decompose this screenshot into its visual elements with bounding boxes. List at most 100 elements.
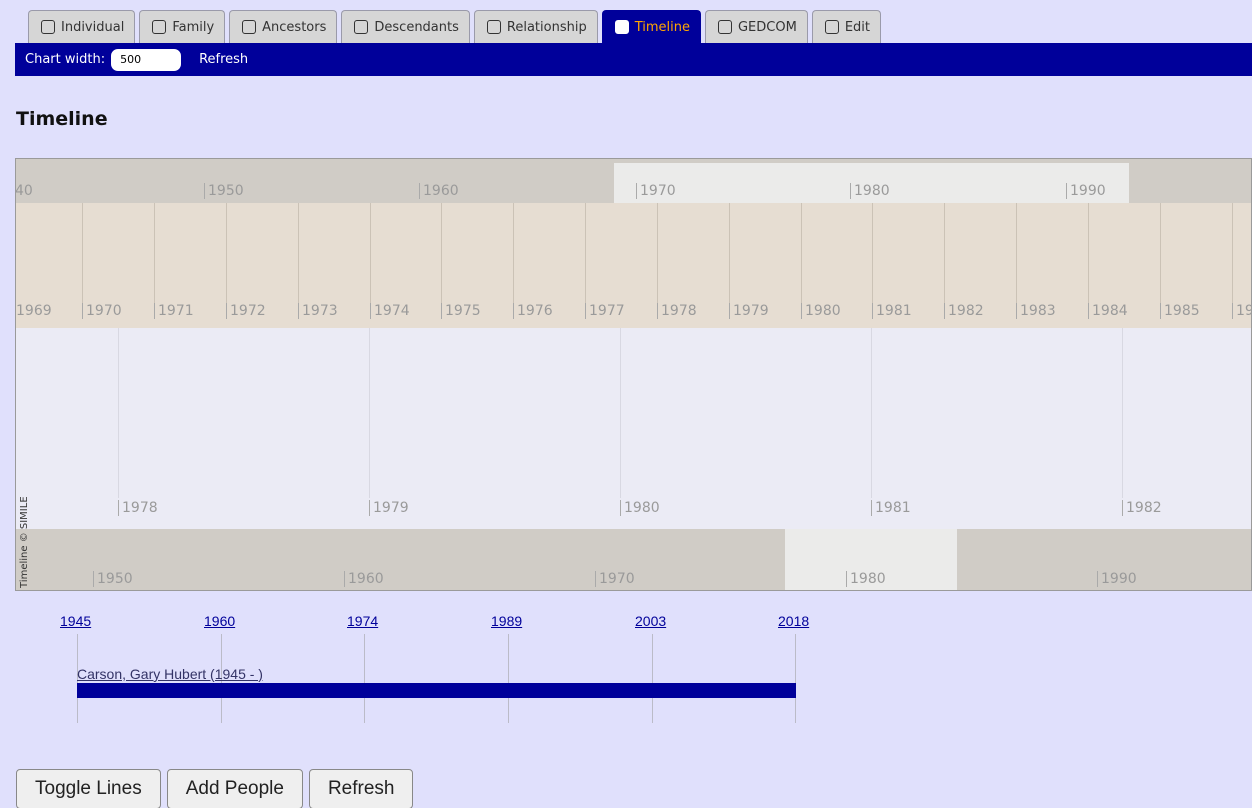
gedcom-icon [717, 20, 732, 34]
grid-line [585, 203, 586, 303]
tab-label: Edit [844, 19, 870, 35]
tab-label: Relationship [506, 19, 587, 35]
grid-line [944, 203, 945, 303]
grid-line [1160, 203, 1161, 303]
tab-bar: Individual Family Ancestors Descendants … [28, 10, 885, 43]
tick-label: 1980 [850, 183, 890, 199]
grid-line [298, 203, 299, 303]
chart-width-input[interactable] [111, 48, 182, 71]
tick-label: 1970 [636, 183, 676, 199]
tab-label: Timeline [634, 19, 690, 35]
person-icon [41, 20, 55, 34]
tab-individual[interactable]: Individual [28, 10, 136, 43]
tick-label: 1990 [1097, 571, 1137, 587]
relationship-icon [486, 20, 501, 34]
tick-label: 1980 [846, 571, 886, 587]
tick-label: 1950 [93, 571, 133, 587]
grid-line [513, 203, 514, 303]
year-band[interactable]: 1969 1970 1971 1972 1973 1974 1975 1976 … [16, 203, 1251, 328]
tick-label: 1960 [344, 571, 384, 587]
grid-line [1122, 328, 1123, 498]
tick-label: 1979 [729, 303, 769, 319]
tick-label: 1972 [226, 303, 266, 319]
tick-label: 1990 [1066, 183, 1106, 199]
year-link[interactable]: 1960 [204, 613, 235, 629]
tick-label: 1973 [298, 303, 338, 319]
grid-line [620, 328, 621, 498]
tick-label: 1981 [872, 303, 912, 319]
tab-label: Ancestors [262, 19, 327, 35]
grid-line [1232, 203, 1233, 303]
grid-line [729, 203, 730, 303]
edit-icon [824, 20, 839, 34]
toggle-lines-button[interactable]: Toggle Lines [16, 769, 161, 808]
person-link[interactable]: Carson, Gary Hubert (1945 - ) [77, 666, 263, 682]
tab-edit[interactable]: Edit [811, 10, 881, 43]
ancestors-icon [242, 20, 257, 34]
grid-line [118, 328, 119, 498]
options-bar: Chart width: Refresh [15, 43, 1252, 76]
grid-line [154, 203, 155, 303]
tab-label: Family [172, 19, 215, 35]
tick-label: 1982 [1122, 500, 1162, 516]
grid-line [1016, 203, 1017, 303]
tick-label: 1969 [16, 303, 52, 319]
tick-label: 1980 [801, 303, 841, 319]
tick-label: 1981 [871, 500, 911, 516]
year-link[interactable]: 2018 [778, 613, 809, 629]
grid-line [652, 634, 653, 723]
tick-label: 1985 [1160, 303, 1200, 319]
tick-label: 1978 [118, 500, 158, 516]
tab-gedcom[interactable]: GEDCOM [704, 10, 808, 43]
tab-ancestors[interactable]: Ancestors [229, 10, 338, 43]
descendants-icon [354, 20, 369, 34]
timeline-icon [614, 20, 629, 34]
grid-line [370, 203, 371, 303]
overview-band-bottom[interactable]: 1950 1960 1970 1980 1990 [16, 529, 1251, 590]
grid-line [801, 203, 802, 303]
tab-relationship[interactable]: Relationship [473, 10, 598, 43]
grid-line [364, 634, 365, 723]
tab-descendants[interactable]: Descendants [341, 10, 470, 43]
simile-timeline[interactable]: 40 1950 1960 1970 1980 1990 1969 1970 19… [15, 158, 1252, 591]
refresh-link[interactable]: Refresh [199, 52, 248, 67]
tab-family[interactable]: Family [139, 10, 226, 43]
tick-label: 1978 [657, 303, 697, 319]
chart-width-label: Chart width: [25, 52, 106, 67]
tick-label: 1982 [944, 303, 984, 319]
grid-line [871, 328, 872, 498]
grid-line [657, 203, 658, 303]
tab-label: GEDCOM [737, 19, 797, 35]
grid-line [1088, 203, 1089, 303]
tick-label: 1971 [154, 303, 194, 319]
simile-credit: Timeline © SIMILE [19, 496, 30, 588]
add-people-button[interactable]: Add People [166, 769, 303, 808]
year-link[interactable]: 1989 [491, 613, 522, 629]
tick-label: 1974 [370, 303, 410, 319]
refresh-button[interactable]: Refresh [308, 769, 414, 808]
tick-label: 19 [1232, 303, 1251, 319]
tick-label: 1970 [595, 571, 635, 587]
tick-label: 1950 [204, 183, 244, 199]
grid-line [82, 203, 83, 303]
overview-band-top[interactable]: 40 1950 1960 1970 1980 1990 [16, 159, 1251, 203]
grid-line [441, 203, 442, 303]
tab-label: Descendants [374, 19, 459, 35]
button-row: Toggle Lines Add People Refresh [16, 769, 419, 808]
tick-label: 1983 [1016, 303, 1056, 319]
detail-band[interactable]: 1978 1979 1980 1981 1982 [16, 328, 1251, 529]
tick-label: 1976 [513, 303, 553, 319]
grid-line [508, 634, 509, 723]
lifespan-bar[interactable] [77, 683, 796, 698]
year-link[interactable]: 1945 [60, 613, 91, 629]
year-link[interactable]: 1974 [347, 613, 378, 629]
tick-label: 1960 [419, 183, 459, 199]
tick-label: 1979 [369, 500, 409, 516]
grid-line [369, 328, 370, 498]
tick-label: 40 [16, 183, 33, 199]
family-icon [152, 20, 167, 34]
grid-line [226, 203, 227, 303]
tab-timeline[interactable]: Timeline [601, 10, 701, 43]
tick-label: 1975 [441, 303, 481, 319]
year-link[interactable]: 2003 [635, 613, 666, 629]
